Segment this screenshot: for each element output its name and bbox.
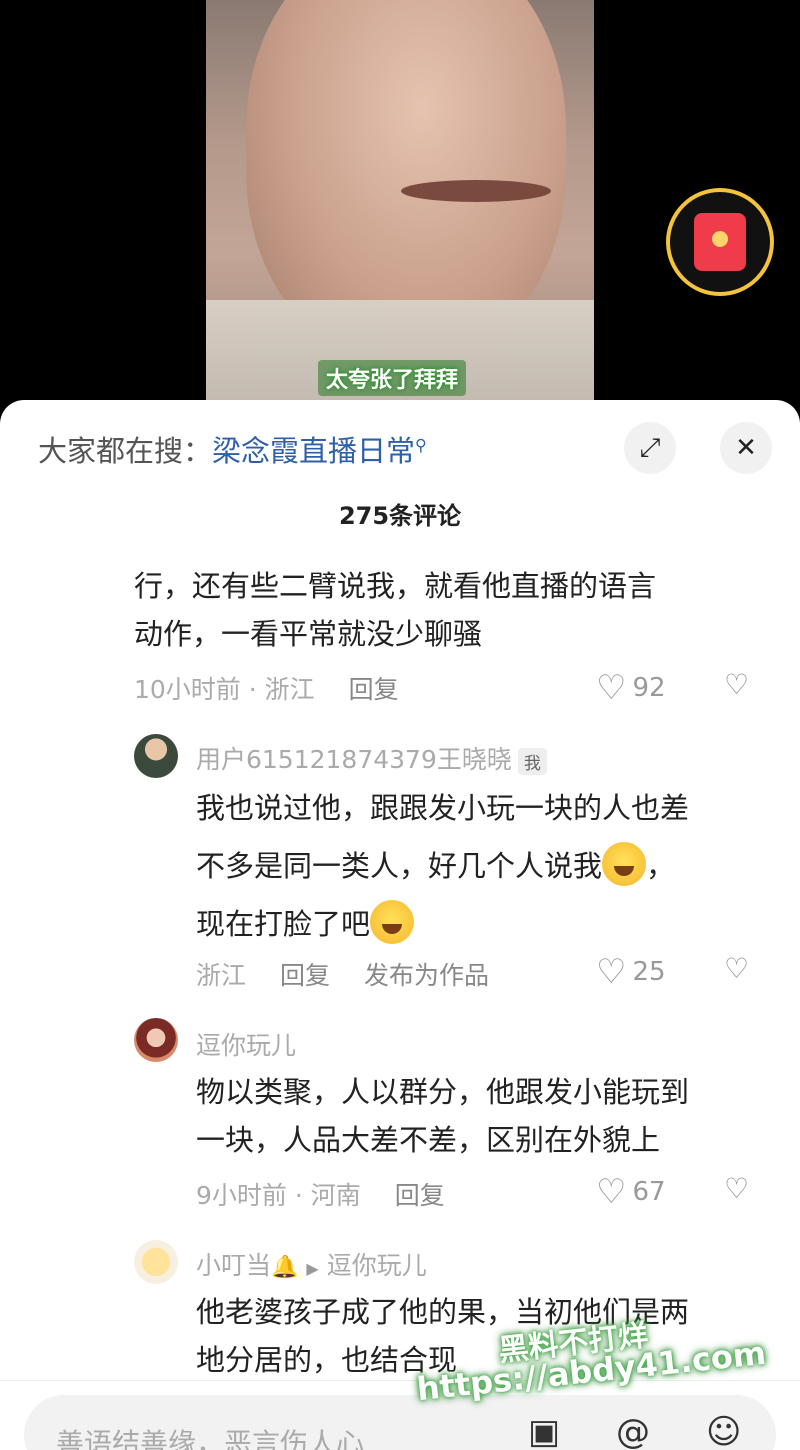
heart-icon: ♡ xyxy=(596,952,627,992)
reply-button[interactable]: 回复 xyxy=(395,1181,445,1210)
comment-text-line: 我也说过他，跟跟发小玩一块的人也差 xyxy=(196,791,690,825)
avatar[interactable] xyxy=(134,1018,178,1062)
avatar[interactable] xyxy=(134,734,178,778)
comment-panel: 大家都在搜：梁念霞直播日常⚲ ⤢ ✕ 275条评论 行，还有些二臂说我，就看他直… xyxy=(0,400,800,1450)
comment-text-line: 不多是同一类人，好几个人说我 xyxy=(196,849,603,883)
reply-to-username[interactable]: 逗你玩儿 xyxy=(327,1251,427,1280)
comment-username[interactable]: 逗你玩儿 xyxy=(196,1026,296,1062)
heart-icon: ♡ xyxy=(596,668,627,708)
like-count: 92 xyxy=(632,673,666,703)
comment-text-line: 一块，人品大差不差，区别在外貌上 xyxy=(196,1123,661,1157)
comment-username[interactable]: 用户615121874379王晓晓我 xyxy=(196,740,547,776)
dislike-button[interactable]: ♡ xyxy=(724,1172,749,1205)
mention-icon[interactable]: @ xyxy=(616,1412,650,1450)
search-icon: ⚲ xyxy=(415,435,427,455)
reply-arrow-icon: ▶ xyxy=(306,1259,319,1278)
comment-text-line: 现在打脸了吧 xyxy=(196,907,371,941)
trending-search[interactable]: 大家都在搜：梁念霞直播日常⚲ xyxy=(38,428,427,470)
like-count: 25 xyxy=(632,957,666,987)
comment-text-punct: ， xyxy=(646,849,676,883)
emoji-icon[interactable]: ☺ xyxy=(706,1412,741,1450)
expand-icon: ⤢ xyxy=(639,432,661,463)
image-icon[interactable]: ▣ xyxy=(528,1412,560,1450)
video-mouth xyxy=(401,180,551,202)
comment-meta: 10小时前 · 浙江 回复 xyxy=(134,670,399,706)
comment-count: 275条评论 xyxy=(338,502,462,530)
publish-as-work-button[interactable]: 发布为作品 xyxy=(364,961,489,990)
heart-icon: ♡ xyxy=(596,1172,627,1212)
video-frame xyxy=(206,0,594,420)
close-button[interactable]: ✕ xyxy=(720,422,772,474)
like-button[interactable]: ♡ 92 xyxy=(596,668,666,708)
comment-text-line: 行，还有些二臂说我，就看他直播的语言 xyxy=(134,569,657,603)
comment-text-line: 动作，一看平常就没少聊骚 xyxy=(134,617,483,651)
comment-text: 我也说过他，跟跟发小玩一块的人也差 不多是同一类人，好几个人说我 ， 现在打脸了吧 xyxy=(196,784,689,948)
bell-icon: 🔔 xyxy=(271,1255,299,1280)
comment-time-location: 9小时前 · 河南 xyxy=(196,1181,361,1210)
comment-username: 小叮当🔔 ▶ 逗你玩儿 xyxy=(196,1246,427,1282)
like-button[interactable]: ♡ 67 xyxy=(596,1172,666,1212)
crying-laughing-emoji-icon xyxy=(370,900,415,944)
dislike-button[interactable]: ♡ xyxy=(724,952,749,985)
comment-text-line: 物以类聚，人以群分，他跟发小能玩到 xyxy=(196,1075,690,1109)
comment-text: 行，还有些二臂说我，就看他直播的语言 动作，一看平常就没少聊骚 xyxy=(134,562,656,658)
red-packet-icon xyxy=(694,213,746,271)
trending-search-prefix: 大家都在搜： xyxy=(38,434,213,468)
reply-button[interactable]: 回复 xyxy=(349,675,399,704)
expand-button[interactable]: ⤢ xyxy=(624,422,676,474)
reply-button[interactable]: 回复 xyxy=(280,961,330,990)
comment-time-location: 10小时前 · 浙江 xyxy=(134,675,315,704)
avatar[interactable] xyxy=(134,1240,178,1284)
comment-text: 物以类聚，人以群分，他跟发小能玩到 一块，人品大差不差，区别在外貌上 xyxy=(196,1068,689,1164)
broken-heart-icon: ♡ xyxy=(724,668,750,701)
broken-heart-icon: ♡ xyxy=(724,952,750,985)
comment-meta: 浙江 回复 发布为作品 xyxy=(196,956,489,992)
dislike-button[interactable]: ♡ xyxy=(724,668,749,701)
red-packet-button[interactable] xyxy=(666,188,774,296)
comment-meta: 9小时前 · 河南 回复 xyxy=(196,1176,445,1212)
like-count: 67 xyxy=(632,1177,666,1207)
crying-laughing-emoji-icon xyxy=(602,842,647,886)
like-button[interactable]: ♡ 25 xyxy=(596,952,666,992)
comment-input-placeholder[interactable]: 善语结善缘，恶言伤人心 xyxy=(56,1422,364,1450)
username-text: 用户615121874379王晓晓 xyxy=(196,745,512,774)
me-badge: 我 xyxy=(517,747,547,775)
trending-search-link[interactable]: 梁念霞直播日常 xyxy=(212,434,415,468)
video-player[interactable]: 太夸张了拜拜 xyxy=(0,0,800,420)
comment-location: 浙江 xyxy=(196,961,247,990)
broken-heart-icon: ♡ xyxy=(724,1172,750,1205)
username-text[interactable]: 小叮当 xyxy=(196,1251,271,1280)
close-icon: ✕ xyxy=(735,433,757,463)
video-subtitle: 太夸张了拜拜 xyxy=(318,360,467,396)
